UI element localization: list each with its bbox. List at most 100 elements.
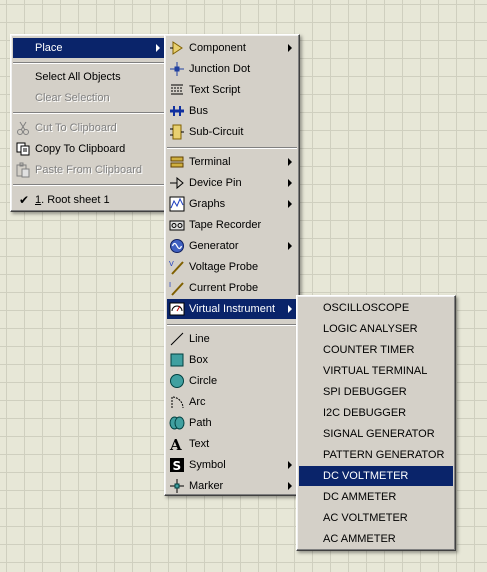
menu-item-generator[interactable]: Generator — [167, 236, 297, 256]
spi-debugger-label: SPI DEBUGGER — [323, 386, 407, 398]
submenu-arrow-icon — [288, 179, 292, 187]
terminal-icon — [169, 154, 185, 170]
menu-item-tape-recorder[interactable]: Tape Recorder — [167, 215, 297, 235]
submenu-arrow-icon — [288, 305, 292, 313]
menu-item-current-probe[interactable]: I Current Probe — [167, 278, 297, 298]
context-menu: Place Select All Objects Clear Selection… — [10, 34, 168, 212]
circle-label: Circle — [189, 375, 218, 387]
menu-item-counter-timer[interactable]: COUNTER TIMER — [299, 340, 453, 360]
menu-item-graphs[interactable]: Graphs — [167, 194, 297, 214]
menu-item-dc-ammeter[interactable]: DC AMMETER — [299, 487, 453, 507]
dc-voltmeter-label: DC VOLTMETER — [323, 470, 409, 482]
menu-item-ac-voltmeter[interactable]: AC VOLTMETER — [299, 508, 453, 528]
menu-item-spi-debugger[interactable]: SPI DEBUGGER — [299, 382, 453, 402]
menu-item-i2c-debugger[interactable]: I2C DEBUGGER — [299, 403, 453, 423]
device-pin-icon — [169, 175, 185, 191]
checkmark-icon: ✔ — [19, 193, 30, 207]
line-icon — [169, 331, 185, 347]
marker-icon — [169, 478, 185, 494]
scissors-icon — [15, 120, 31, 136]
text-icon: A — [169, 436, 185, 452]
voltage-probe-label: Voltage Probe — [189, 261, 259, 273]
submenu-arrow-icon — [288, 461, 292, 469]
svg-text:A: A — [169, 436, 182, 452]
menu-separator — [167, 147, 297, 149]
sub-circuit-label: Sub-Circuit — [189, 126, 244, 138]
menu-item-device-pin[interactable]: Device Pin — [167, 173, 297, 193]
menu-item-circle[interactable]: Circle — [167, 371, 297, 391]
voltage-probe-icon: V — [169, 259, 185, 275]
menu-item-logic-analyser[interactable]: LOGIC ANALYSER — [299, 319, 453, 339]
text-script-icon — [169, 82, 185, 98]
submenu-arrow-icon — [288, 482, 292, 490]
menu-item-select-all[interactable]: Select All Objects — [13, 67, 165, 87]
menu-item-terminal[interactable]: Terminal — [167, 152, 297, 172]
box-icon — [169, 352, 185, 368]
menu-separator — [167, 324, 297, 326]
menu-item-paste: Paste From Clipboard — [13, 160, 165, 180]
line-label: Line — [189, 333, 210, 345]
menu-item-line[interactable]: Line — [167, 329, 297, 349]
marker-label: Marker — [189, 480, 224, 492]
menu-item-sub-circuit[interactable]: Sub-Circuit — [167, 122, 297, 142]
menu-separator — [13, 112, 165, 114]
paste-icon — [15, 162, 31, 178]
copy-icon — [15, 141, 31, 157]
menu-item-box[interactable]: Box — [167, 350, 297, 370]
svg-text:V: V — [169, 260, 174, 268]
ac-ammeter-label: AC AMMETER — [323, 533, 396, 545]
menu-item-oscilloscope[interactable]: OSCILLOSCOPE — [299, 298, 453, 318]
submenu-arrow-icon — [288, 44, 292, 52]
menu-item-symbol[interactable]: S Symbol — [167, 455, 297, 475]
current-probe-label: Current Probe — [189, 282, 259, 294]
menu-item-bus[interactable]: Bus — [167, 101, 297, 121]
menu-item-virtual-terminal[interactable]: VIRTUAL TERMINAL — [299, 361, 453, 381]
menu-separator — [13, 184, 165, 186]
menu-item-marker[interactable]: Marker — [167, 476, 297, 496]
submenu-arrow-icon — [288, 158, 292, 166]
place-label: Place — [35, 42, 63, 54]
circle-icon — [169, 373, 185, 389]
submenu-arrow-icon — [288, 242, 292, 250]
menu-item-dc-voltmeter[interactable]: DC VOLTMETER — [299, 466, 453, 486]
menu-item-root-sheet[interactable]: ✔ 1. Root sheet 1 — [13, 190, 165, 210]
menu-item-place[interactable]: Place — [13, 38, 165, 58]
path-label: Path — [189, 417, 212, 429]
menu-separator — [13, 62, 165, 64]
pattern-generator-label: PATTERN GENERATOR — [323, 449, 445, 461]
menu-item-voltage-probe[interactable]: V Voltage Probe — [167, 257, 297, 277]
virtual-instrument-submenu: OSCILLOSCOPE LOGIC ANALYSER COUNTER TIME… — [296, 295, 456, 551]
menu-item-signal-generator[interactable]: SIGNAL GENERATOR — [299, 424, 453, 444]
path-icon — [169, 415, 185, 431]
menu-item-copy[interactable]: Copy To Clipboard — [13, 139, 165, 159]
i2c-debugger-label: I2C DEBUGGER — [323, 407, 407, 419]
place-submenu: Component Junction Dot Text Script Bus S… — [164, 34, 300, 496]
menu-item-path[interactable]: Path — [167, 413, 297, 433]
arc-icon — [169, 394, 185, 410]
bus-label: Bus — [189, 105, 208, 117]
menu-item-junction-dot[interactable]: Junction Dot — [167, 59, 297, 79]
menu-item-arc[interactable]: Arc — [167, 392, 297, 412]
text-script-label: Text Script — [189, 84, 241, 96]
symbol-label: Symbol — [189, 459, 226, 471]
menu-item-text[interactable]: A Text — [167, 434, 297, 454]
menu-item-text-script[interactable]: Text Script — [167, 80, 297, 100]
svg-text:S: S — [173, 459, 182, 473]
copy-label: Copy To Clipboard — [35, 143, 126, 155]
menu-item-ac-ammeter[interactable]: AC AMMETER — [299, 529, 453, 549]
virtual-terminal-label: VIRTUAL TERMINAL — [323, 365, 428, 377]
tape-recorder-icon — [169, 217, 185, 233]
ac-voltmeter-label: AC VOLTMETER — [323, 512, 408, 524]
text-label: Text — [189, 438, 210, 450]
cut-label: Cut To Clipboard — [35, 122, 117, 134]
dc-ammeter-label: DC AMMETER — [323, 491, 397, 503]
virtual-instrument-icon — [169, 301, 185, 317]
arc-label: Arc — [189, 396, 206, 408]
bus-icon — [169, 103, 185, 119]
menu-item-virtual-instrument[interactable]: Virtual Instrument — [167, 299, 297, 319]
graphs-label: Graphs — [189, 198, 226, 210]
menu-item-pattern-generator[interactable]: PATTERN GENERATOR — [299, 445, 453, 465]
symbol-icon: S — [169, 457, 185, 473]
menu-item-component[interactable]: Component — [167, 38, 297, 58]
terminal-label: Terminal — [189, 156, 231, 168]
